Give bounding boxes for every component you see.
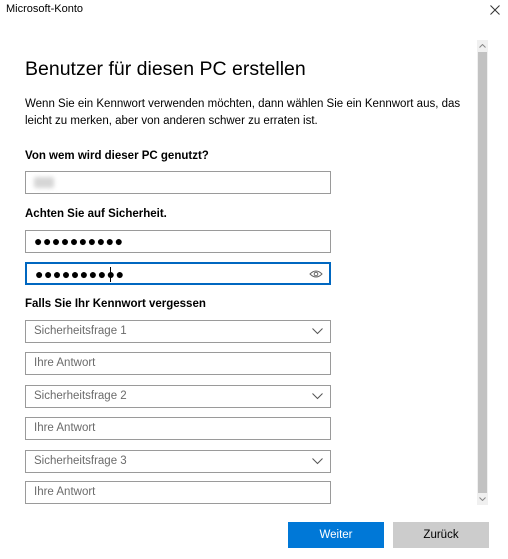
answer-2-placeholder: Ihre Antwort: [34, 422, 96, 434]
scrollbar-thumb[interactable]: [478, 52, 487, 493]
user-name-label: Von wem wird dieser PC genutzt?: [25, 150, 209, 162]
page-title: Benutzer für diesen PC erstellen: [25, 58, 306, 80]
window-title: Microsoft-Konto: [6, 3, 84, 15]
security-question-2-value: Sicherheitsfrage 2: [34, 390, 127, 402]
security-question-3-dropdown[interactable]: Sicherheitsfrage 3: [25, 450, 331, 473]
chevron-down-icon: [312, 458, 323, 465]
text-cursor: [110, 267, 111, 282]
recovery-label: Falls Sie Ihr Kennwort vergessen: [25, 298, 206, 310]
scroll-up-arrow[interactable]: [477, 40, 488, 52]
security-question-1-dropdown[interactable]: Sicherheitsfrage 1: [25, 320, 331, 343]
close-icon: [490, 5, 500, 15]
password-mask: ●●●●●●●●●●: [34, 233, 124, 249]
intro-text: Wenn Sie ein Kennwort verwenden möchten,…: [25, 98, 461, 127]
answer-2-field[interactable]: Ihre Antwort: [25, 417, 331, 440]
close-button[interactable]: [482, 0, 508, 20]
confirm-password-mask: ●●●●●●●●●●: [35, 266, 125, 282]
answer-3-field[interactable]: Ihre Antwort: [25, 481, 331, 504]
back-button[interactable]: Zurück: [393, 522, 489, 548]
security-question-3-value: Sicherheitsfrage 3: [34, 455, 127, 467]
answer-3-placeholder: Ihre Antwort: [34, 486, 96, 498]
answer-1-placeholder: Ihre Antwort: [34, 357, 96, 369]
chevron-down-icon: [479, 497, 486, 501]
chevron-down-icon: [312, 393, 323, 400]
vertical-scrollbar[interactable]: [477, 40, 488, 505]
redacted-user-name: [34, 177, 54, 188]
next-button[interactable]: Weiter: [288, 522, 384, 548]
scroll-down-arrow[interactable]: [477, 493, 488, 505]
eye-icon[interactable]: [309, 269, 323, 279]
user-name-field[interactable]: [25, 171, 331, 194]
chevron-down-icon: [312, 328, 323, 335]
password-field[interactable]: ●●●●●●●●●●: [25, 230, 331, 253]
chevron-up-icon: [479, 44, 486, 48]
security-question-1-value: Sicherheitsfrage 1: [34, 325, 127, 337]
security-label: Achten Sie auf Sicherheit.: [25, 208, 167, 220]
confirm-password-field[interactable]: ●●●●●●●●●●: [25, 262, 331, 285]
answer-1-field[interactable]: Ihre Antwort: [25, 352, 331, 375]
title-bar: Microsoft-Konto: [0, 0, 508, 28]
security-question-2-dropdown[interactable]: Sicherheitsfrage 2: [25, 385, 331, 408]
